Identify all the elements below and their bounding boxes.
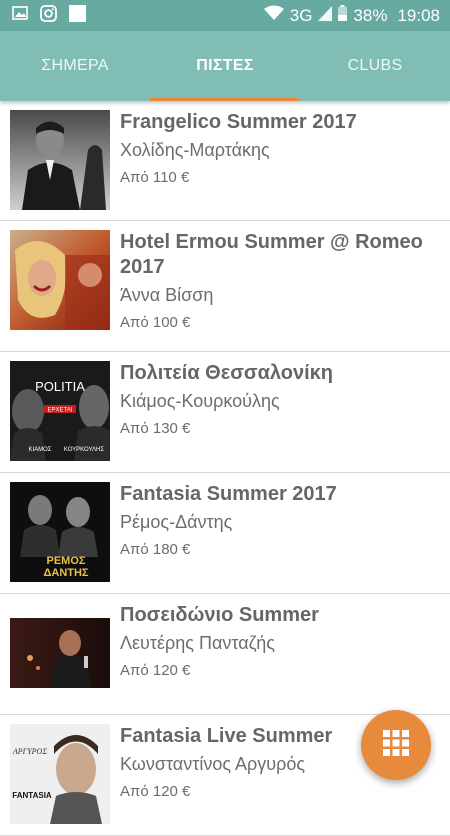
wifi-icon — [263, 5, 284, 26]
poster-line2: ΔΑΝΤΗΣ — [43, 567, 88, 579]
poster-line1: ΡΕΜΟΣ — [47, 555, 86, 567]
clock: 19:08 — [397, 5, 440, 25]
poster-logo: FANTASIA — [12, 791, 52, 800]
event-price: Από 100 € — [120, 314, 191, 331]
network-type: 3G — [289, 5, 313, 25]
event-item-fantasia[interactable]: ΡΕΜΟΣ ΔΑΝΤΗΣ Fantasia Summer 2017 Ρέμος-… — [0, 473, 450, 594]
event-item-frangelico[interactable]: Frangelico Summer 2017 Χολίδης-Μαρτάκης … — [0, 101, 450, 221]
event-thumbnail — [10, 230, 110, 330]
event-thumbnail — [10, 110, 110, 210]
tab-today[interactable]: ΣΗΜΕΡΑ — [0, 31, 150, 101]
event-price: Από 120 € — [120, 662, 191, 679]
event-title: Frangelico Summer 2017 — [120, 111, 357, 133]
poster-subtitle: ΕΡΧΕΤΑΙ — [48, 408, 73, 414]
event-title: Hotel Ermou Summer @ Romeo 2017 — [120, 231, 423, 278]
app-icon — [69, 4, 86, 27]
event-title: Fantasia Summer 2017 — [120, 483, 337, 505]
status-bar: 3G 38% 19:08 — [0, 0, 450, 31]
tab-clubs[interactable]: CLUBS — [300, 31, 450, 101]
event-title: Πολιτεία Θεσσαλονίκη — [120, 362, 334, 384]
status-right: 3G 38% 19:08 — [263, 5, 440, 26]
event-artist: Χολίδης-Μαρτάκης — [120, 140, 270, 160]
poster-logo: POLITIA — [35, 379, 85, 394]
battery-level: 38% — [353, 5, 388, 25]
event-price: Από 120 € — [120, 783, 191, 800]
status-left — [12, 4, 86, 27]
signal-icon — [318, 5, 333, 26]
event-thumbnail: POLITIA ΕΡΧΕΤΑΙ ΚΙΑΜΟΣ ΚΟΥΡΚΟΥΛΗΣ — [10, 361, 110, 461]
poster-name-right: ΚΟΥΡΚΟΥΛΗΣ — [64, 447, 104, 453]
event-thumbnail — [10, 603, 110, 703]
poster-name-left: ΚΙΑΜΟΣ — [28, 447, 51, 453]
event-artist: Λευτέρης Πανταζής — [120, 633, 275, 653]
instagram-icon — [40, 4, 57, 27]
event-artist: Ρέμος-Δάντης — [120, 512, 233, 532]
event-item-hotel-ermou[interactable]: Hotel Ermou Summer @ Romeo 2017 Άννα Βίσ… — [0, 221, 450, 352]
gallery-icon — [12, 5, 28, 26]
event-thumbnail: ΡΕΜΟΣ ΔΑΝΤΗΣ — [10, 482, 110, 582]
tab-pistes[interactable]: ΠΙΣΤΕΣ — [150, 31, 300, 101]
poster-name: ΑΡΓΥΡΟΣ — [12, 747, 47, 756]
event-artist: Άννα Βίσση — [120, 285, 214, 305]
event-price: Από 110 € — [120, 169, 190, 186]
event-price: Από 180 € — [120, 541, 191, 558]
event-title: Ποσειδώνιο Summer — [120, 604, 319, 626]
battery-icon — [338, 5, 348, 26]
event-artist: Κιάμος-Κουρκούλης — [120, 391, 280, 411]
event-item-poseidonio[interactable]: Ποσειδώνιο Summer Λευτέρης Πανταζής Από … — [0, 594, 450, 715]
event-price: Από 130 € — [120, 420, 191, 437]
menu-fab-button[interactable] — [361, 710, 431, 780]
tab-bar: ΣΗΜΕΡΑ ΠΙΣΤΕΣ CLUBS — [0, 31, 450, 101]
event-thumbnail: ΑΡΓΥΡΟΣ FANTASIA — [10, 724, 110, 824]
grid-icon — [382, 729, 410, 762]
event-item-politeia[interactable]: POLITIA ΕΡΧΕΤΑΙ ΚΙΑΜΟΣ ΚΟΥΡΚΟΥΛΗΣ Πολιτε… — [0, 352, 450, 473]
